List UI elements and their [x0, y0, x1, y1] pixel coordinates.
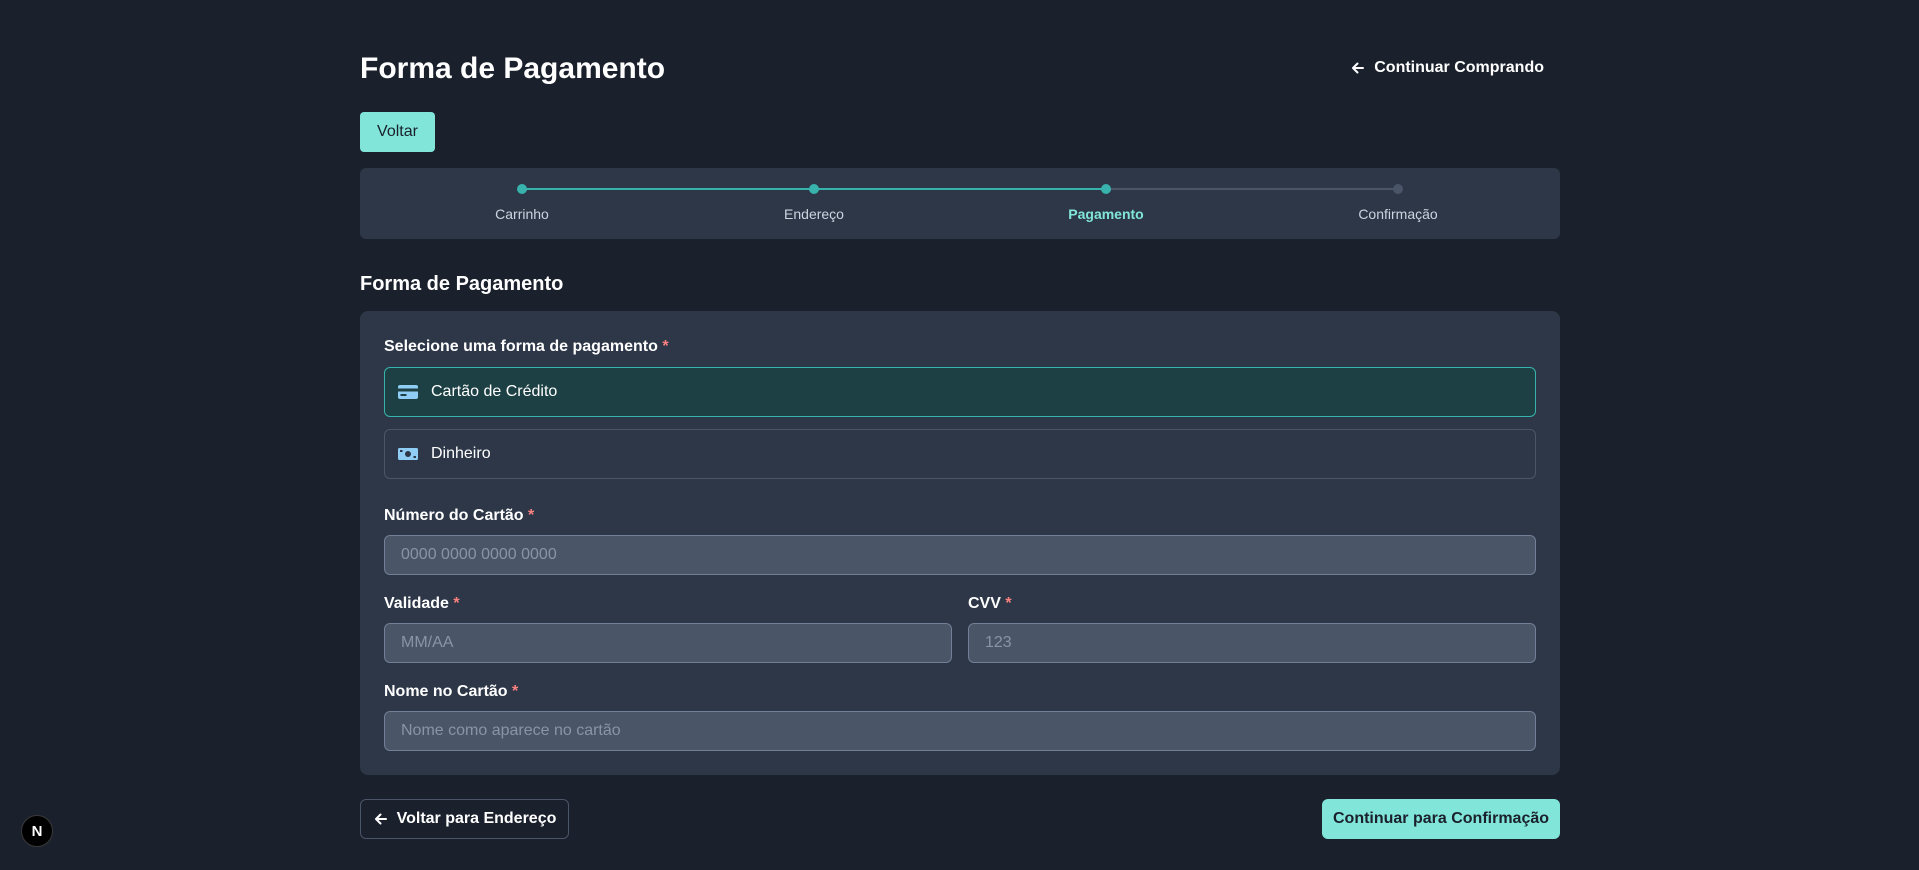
- payment-option-cash[interactable]: Dinheiro: [384, 429, 1536, 479]
- payment-form: Selecione uma forma de pagamento * Cartã…: [360, 311, 1560, 775]
- credit-card-icon: [398, 385, 418, 399]
- step-dot: [1101, 184, 1111, 194]
- payment-method-label-text: Selecione uma forma de pagamento: [384, 338, 658, 355]
- section-title: Forma de Pagamento: [360, 273, 564, 295]
- card-number-label: Número do Cartão *: [384, 505, 534, 527]
- arrow-left-icon: [1352, 62, 1365, 74]
- step-label: Confirmação: [1358, 206, 1438, 222]
- continue-to-confirmation-button[interactable]: Continuar para Confirmação: [1322, 799, 1560, 839]
- required-mark: *: [662, 338, 669, 355]
- required-mark: *: [528, 507, 535, 524]
- cvv-label: CVV *: [968, 593, 1012, 615]
- step-dot: [517, 184, 527, 194]
- payment-method-label: Selecione uma forma de pagamento *: [384, 336, 669, 358]
- required-mark: *: [453, 595, 460, 612]
- step-carrinho: Carrinho: [442, 168, 602, 239]
- step-label: Carrinho: [495, 206, 549, 222]
- page-title: Forma de Pagamento: [360, 52, 666, 85]
- expiry-input[interactable]: [384, 623, 952, 663]
- continue-shopping-label: Continuar Comprando: [1374, 59, 1544, 76]
- payment-option-credit-card[interactable]: Cartão de Crédito: [384, 367, 1536, 417]
- payment-option-label: Dinheiro: [431, 445, 491, 462]
- required-mark: *: [512, 683, 519, 700]
- step-endereco: Endereço: [734, 168, 894, 239]
- step-dot: [809, 184, 819, 194]
- arrow-left-icon: [374, 813, 387, 825]
- back-to-address-label: Voltar para Endereço: [396, 810, 557, 827]
- card-number-input[interactable]: [384, 535, 1536, 575]
- expiry-label: Validade *: [384, 593, 460, 615]
- cvv-input[interactable]: [968, 623, 1536, 663]
- next-dev-badge[interactable]: N: [21, 815, 53, 847]
- step-label: Endereço: [784, 206, 844, 222]
- card-number-label-text: Número do Cartão: [384, 507, 524, 524]
- card-name-label-text: Nome no Cartão: [384, 683, 508, 700]
- back-button[interactable]: Voltar: [360, 112, 435, 152]
- step-dot: [1393, 184, 1403, 194]
- card-name-label: Nome no Cartão *: [384, 681, 518, 703]
- checkout-stepper: Carrinho Endereço Pagamento Confirmação: [360, 168, 1560, 239]
- required-mark: *: [1005, 595, 1012, 612]
- cvv-label-text: CVV: [968, 595, 1001, 612]
- payment-option-label: Cartão de Crédito: [431, 383, 558, 400]
- expiry-label-text: Validade: [384, 595, 449, 612]
- back-to-address-button[interactable]: Voltar para Endereço: [360, 799, 569, 839]
- card-name-input[interactable]: [384, 711, 1536, 751]
- step-confirmacao: Confirmação: [1318, 168, 1478, 239]
- step-pagamento: Pagamento: [1026, 168, 1186, 239]
- step-label-active: Pagamento: [1068, 206, 1144, 222]
- cash-icon: [398, 448, 418, 460]
- continue-shopping-link[interactable]: Continuar Comprando: [1350, 57, 1544, 79]
